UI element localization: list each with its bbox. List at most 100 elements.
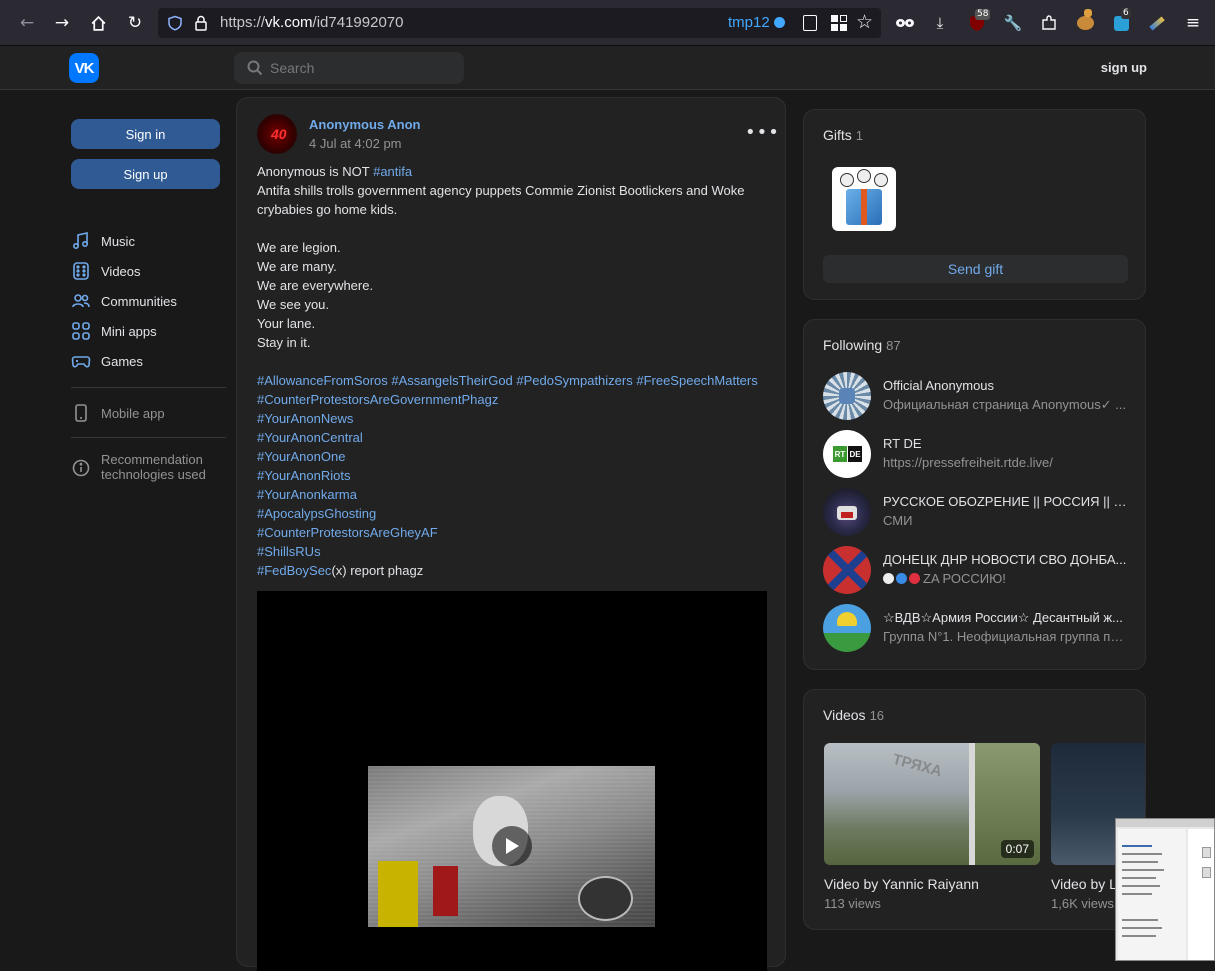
nav-label: Mini apps: [101, 323, 157, 339]
video-title[interactable]: Video by Yannic Raiyann: [824, 876, 979, 892]
lock-icon[interactable]: [194, 15, 208, 31]
vk-logo-icon[interactable]: VK: [69, 53, 99, 83]
hashtag-link[interactable]: #ShillsRUs: [257, 544, 321, 559]
following-item[interactable]: Official Anonymous Официальная страница …: [823, 372, 1133, 420]
search-icon: [247, 60, 263, 76]
music-note-icon: [72, 232, 89, 250]
reader-view-icon[interactable]: [803, 15, 817, 31]
download-icon[interactable]: ⤓: [929, 12, 951, 34]
following-card: Following 87 Official Anonymous Официальн…: [803, 319, 1146, 670]
post-text: (x) report phagz: [331, 563, 424, 578]
sign-in-button[interactable]: Sign in: [71, 119, 220, 149]
recommendation-line2: technologies used: [101, 467, 206, 482]
nav-item-games[interactable]: Games: [71, 349, 143, 373]
white-circle-icon: [883, 573, 894, 584]
reload-icon[interactable]: ↻: [124, 12, 146, 34]
red-circle-icon: [909, 573, 920, 584]
community-avatar: [823, 546, 871, 594]
forward-icon[interactable]: →: [51, 12, 73, 34]
video-watermark: ТРЯХА: [890, 750, 944, 781]
play-icon[interactable]: [492, 826, 532, 866]
shield-icon[interactable]: [167, 15, 183, 31]
extension-pen-icon[interactable]: [1146, 12, 1168, 34]
hashtag-link[interactable]: #YourAnonOne: [257, 449, 345, 464]
hashtag-link[interactable]: #CounterProtestorsAreGheyAF: [257, 525, 438, 540]
gifts-title[interactable]: Gifts 1: [823, 127, 863, 143]
hashtag-row[interactable]: #AllowanceFromSoros #AssangelsTheirGod #…: [257, 373, 758, 388]
post-text-line: Antifa shills trolls government agency p…: [257, 183, 745, 198]
nav-divider: [71, 437, 226, 438]
menu-hamburger-icon[interactable]: ≡: [1182, 12, 1204, 34]
extensions-icon[interactable]: [1038, 12, 1060, 34]
send-gift-button[interactable]: Send gift: [823, 255, 1128, 283]
community-subtitle: ZA РОССИЮ!: [883, 571, 1128, 586]
ublock-badge: 58: [975, 9, 991, 20]
post-text: Anonymous is NOT: [257, 164, 374, 179]
community-subtitle-text: ZA РОССИЮ!: [923, 571, 1006, 586]
hashtag-link[interactable]: #ApocalypsGhosting: [257, 506, 376, 521]
following-item[interactable]: РУССКОЕ ОБОZРЕНИЕ || РОССИЯ || П... СМИ: [823, 488, 1133, 536]
gift-image[interactable]: [832, 167, 896, 231]
wrench-icon[interactable]: 🔧: [1002, 12, 1024, 34]
video-icon: [73, 262, 89, 280]
community-subtitle: Официальная страница Anonymous✓ ...: [883, 397, 1127, 412]
url-path: /id741992070: [312, 14, 404, 31]
page-actions-icon[interactable]: [831, 15, 847, 31]
hashtag-link[interactable]: #YourAnonkarma: [257, 487, 357, 502]
following-title[interactable]: Following 87: [823, 337, 901, 353]
header-signup-link[interactable]: sign up: [1101, 60, 1147, 75]
home-icon[interactable]: [87, 12, 109, 34]
following-count: 87: [886, 338, 901, 353]
nav-item-mobile-app[interactable]: Mobile app: [71, 401, 165, 425]
post-text-line: We see you.: [257, 297, 330, 312]
community-subtitle: Группа N°1. Неофициальная группа по...: [883, 629, 1128, 644]
hashtag-link[interactable]: #FedBoySec: [257, 563, 331, 578]
search-input[interactable]: Search: [234, 52, 464, 84]
bookmark-star-icon[interactable]: ☆: [856, 11, 873, 33]
nav-item-recommendation-tech[interactable]: Recommendation technologies used: [71, 452, 206, 484]
wall-post: 40 Anonymous Anon 4 Jul at 4:02 pm ••• A…: [236, 97, 786, 971]
container-tab-label[interactable]: tmp12: [728, 14, 785, 31]
sign-up-button[interactable]: Sign up: [71, 159, 220, 189]
hashtag-link[interactable]: #YourAnonCentral: [257, 430, 363, 445]
gifts-title-text: Gifts: [823, 127, 852, 143]
following-item[interactable]: ДОНЕЦК ДНР НОВОСТИ СВО ДОНБА... ZA РОССИ…: [823, 546, 1133, 594]
more-options-icon[interactable]: •••: [745, 122, 780, 143]
following-item[interactable]: RT DE RT DE https://pressefreiheit.rtde.…: [823, 430, 1133, 478]
phone-icon: [75, 404, 87, 422]
community-avatar: [823, 604, 871, 652]
post-text-line: Anonymous is NOT #antifa: [257, 164, 412, 179]
extension-cookie-icon[interactable]: [1074, 9, 1096, 34]
hashtag-link[interactable]: #YourAnonRiots: [257, 468, 350, 483]
author-avatar[interactable]: 40: [257, 114, 297, 154]
videos-title-text: Videos: [823, 707, 866, 723]
videos-card: Videos 16 ТРЯХА 0:07 Video by Yannic Raiy…: [803, 689, 1146, 930]
videos-title[interactable]: Videos 16: [823, 707, 884, 723]
post-video-player[interactable]: [257, 591, 767, 971]
recommendation-label: Recommendation technologies used: [101, 452, 206, 482]
following-item[interactable]: ☆ВДВ☆Армия России☆ Десантный ж... Группа…: [823, 604, 1133, 652]
post-date[interactable]: 4 Jul at 4:02 pm: [309, 136, 402, 151]
community-subtitle: https://pressefreiheit.rtde.live/: [883, 455, 1053, 470]
video-thumbnail[interactable]: ТРЯХА 0:07: [824, 743, 1040, 865]
container-dot-icon: [773, 17, 785, 28]
ublock-icon[interactable]: 58: [966, 9, 991, 34]
nav-item-mini-apps[interactable]: Mini apps: [71, 319, 157, 343]
screenshot-preview-thumbnail[interactable]: [1115, 818, 1215, 961]
extension-bot-icon[interactable]: 6: [1110, 8, 1132, 34]
nav-item-music[interactable]: Music: [71, 229, 135, 253]
nav-item-videos[interactable]: Videos: [71, 259, 141, 283]
hashtag-link[interactable]: #antifa: [373, 164, 412, 179]
address-bar[interactable]: https://vk.com/id741992070 tmp12 ☆: [158, 8, 881, 38]
video-title[interactable]: Video by L: [1051, 876, 1117, 892]
hashtag-link[interactable]: #YourAnonNews: [257, 411, 353, 426]
nav-divider: [71, 387, 226, 388]
back-icon[interactable]: ←: [16, 12, 38, 34]
post-author-link[interactable]: Anonymous Anon: [309, 117, 420, 132]
hashtag-link[interactable]: #CounterProtestorsAreGovernmentPhagz: [257, 392, 498, 407]
videos-count: 16: [869, 708, 885, 723]
post-text-line: #FedBoySec(x) report phagz: [257, 563, 423, 578]
community-name: ДОНЕЦК ДНР НОВОСТИ СВО ДОНБА...: [883, 552, 1127, 567]
nav-item-communities[interactable]: Communities: [71, 289, 177, 313]
private-mask-icon[interactable]: [894, 12, 916, 34]
